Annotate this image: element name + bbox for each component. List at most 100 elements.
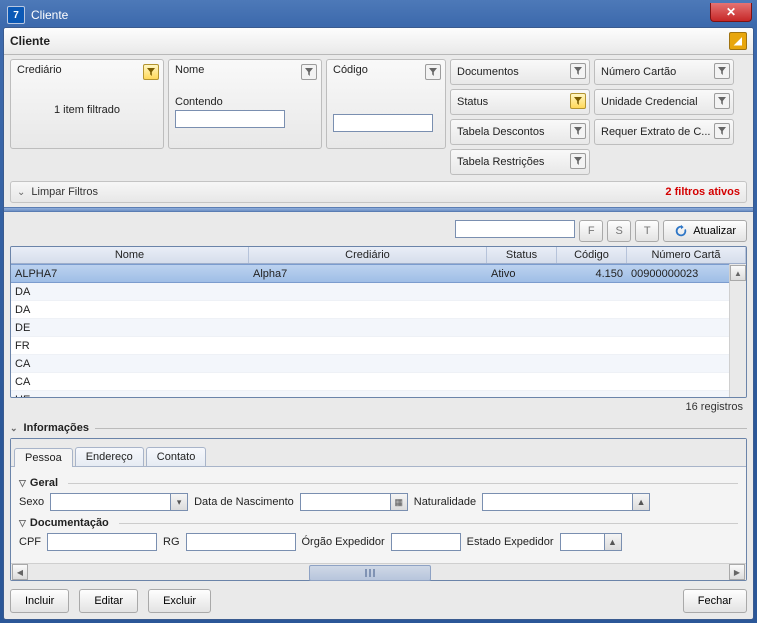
filter-label: Status [457, 96, 488, 108]
table-row[interactable]: CA [11, 355, 729, 373]
filter-icon[interactable] [425, 64, 441, 80]
table-row[interactable]: DA [11, 283, 729, 301]
table-row[interactable]: DA [11, 301, 729, 319]
table-row[interactable]: HE [11, 391, 729, 398]
table-cell: Ativo [487, 268, 557, 280]
filter-active-icon[interactable] [570, 93, 586, 109]
filter-label: Requer Extrato de C... [601, 126, 710, 138]
filter-active-icon[interactable] [143, 64, 159, 80]
tab-pessoa[interactable]: Pessoa [14, 448, 73, 467]
col-nome[interactable]: Nome [11, 247, 249, 263]
s-button[interactable]: S [607, 220, 631, 242]
editar-button[interactable]: Editar [79, 589, 138, 613]
group-doc-title: Documentação [30, 517, 109, 529]
search-input[interactable] [455, 220, 575, 238]
collapse-icon[interactable]: ◢ [729, 32, 747, 50]
scroll-left-icon[interactable]: ◀ [12, 564, 28, 580]
filter-codigo-input[interactable] [333, 114, 433, 132]
section-divider [4, 207, 753, 212]
orgao-label: Órgão Expedidor [302, 536, 385, 548]
collapse-icon[interactable]: ▽ [19, 518, 26, 529]
chevron-down-icon: ⌄ [17, 187, 25, 198]
filter-documentos[interactable]: Documentos [450, 59, 590, 85]
close-icon: ✕ [726, 5, 736, 19]
scroll-right-icon[interactable]: ▶ [729, 564, 745, 580]
vertical-scrollbar[interactable]: ▲ [729, 264, 746, 398]
filter-crediario-label: Crediário [17, 64, 157, 76]
lookup-icon[interactable]: ▲ [604, 533, 622, 551]
nat-label: Naturalidade [414, 496, 476, 508]
table-cell: DA [11, 304, 249, 316]
clear-filters-button[interactable]: ⌄ Limpar Filtros [17, 186, 98, 198]
lookup-icon[interactable]: ▲ [632, 493, 650, 511]
filter-icon[interactable] [570, 153, 586, 169]
col-crediario[interactable]: Crediário [249, 247, 487, 263]
dropdown-icon[interactable]: ▾ [170, 493, 188, 511]
sexo-input[interactable] [50, 493, 170, 511]
collapse-icon[interactable]: ▽ [19, 478, 26, 489]
filter-icon[interactable] [301, 64, 317, 80]
t-button[interactable]: T [635, 220, 659, 242]
incluir-button[interactable]: Incluir [10, 589, 69, 613]
rg-label: RG [163, 536, 180, 548]
sexo-combo[interactable]: ▾ [50, 493, 188, 511]
col-codigo[interactable]: Código [557, 247, 627, 263]
estado-input[interactable] [560, 533, 604, 551]
filter-status[interactable]: Status [450, 89, 590, 115]
nat-input[interactable] [482, 493, 632, 511]
table-row[interactable]: FR [11, 337, 729, 355]
filter-icon[interactable] [714, 93, 730, 109]
record-count: 16 registros [10, 398, 747, 416]
scroll-up-icon[interactable]: ▲ [730, 265, 746, 281]
table-cell: DA [11, 286, 249, 298]
scroll-thumb[interactable] [309, 565, 431, 581]
nat-combo[interactable]: ▲ [482, 493, 650, 511]
estado-combo[interactable]: ▲ [560, 533, 622, 551]
calendar-icon[interactable]: ▦ [390, 493, 408, 511]
filter-nome-label: Nome [175, 64, 315, 76]
filter-unidade-credencial[interactable]: Unidade Credencial [594, 89, 734, 115]
filter-crediario[interactable]: Crediário 1 item filtrado [10, 59, 164, 149]
results-table: Nome Crediário Status Código Número Cart… [10, 246, 747, 398]
rg-input[interactable] [186, 533, 296, 551]
table-row[interactable]: ALPHA7Alpha7Ativo4.15000900000023 [11, 264, 729, 283]
fechar-button[interactable]: Fechar [683, 589, 747, 613]
group-geral-title: Geral [30, 477, 58, 489]
filter-nome-input[interactable] [175, 110, 285, 128]
table-cell: DE [11, 322, 249, 334]
sexo-label: Sexo [19, 496, 44, 508]
filter-requer-extrato-de-c-[interactable]: Requer Extrato de C... [594, 119, 734, 145]
filter-icon[interactable] [714, 63, 730, 79]
cpf-label: CPF [19, 536, 41, 548]
nasc-input[interactable] [300, 493, 390, 511]
info-panel: Pessoa Endereço Contato ▽ Geral Sexo ▾ [10, 438, 747, 581]
filter-n-mero-cart-o[interactable]: Número Cartão [594, 59, 734, 85]
filter-crediario-summary: 1 item filtrado [17, 104, 157, 116]
filter-icon[interactable] [570, 63, 586, 79]
tab-contato[interactable]: Contato [146, 447, 207, 466]
filter-label: Tabela Descontos [457, 126, 544, 138]
col-status[interactable]: Status [487, 247, 557, 263]
col-cartao[interactable]: Número Cartã [627, 247, 746, 263]
filter-codigo-label: Código [333, 64, 439, 76]
excluir-button[interactable]: Excluir [148, 589, 211, 613]
filter-label: Tabela Restrições [457, 156, 544, 168]
filter-icon[interactable] [570, 123, 586, 139]
filter-codigo: Código [326, 59, 446, 149]
table-cell: ALPHA7 [11, 268, 249, 280]
filter-tabela-restri-es[interactable]: Tabela Restrições [450, 149, 590, 175]
tab-endereco[interactable]: Endereço [75, 447, 144, 466]
window-close-button[interactable]: ✕ [710, 3, 752, 22]
cpf-input[interactable] [47, 533, 157, 551]
table-row[interactable]: CA [11, 373, 729, 391]
info-horizontal-scrollbar[interactable]: ◀ ▶ [11, 563, 746, 580]
nasc-date[interactable]: ▦ [300, 493, 408, 511]
orgao-input[interactable] [391, 533, 461, 551]
f-button[interactable]: F [579, 220, 603, 242]
table-row[interactable]: DE [11, 319, 729, 337]
refresh-button[interactable]: Atualizar [663, 220, 747, 242]
filter-icon[interactable] [714, 123, 730, 139]
refresh-label: Atualizar [693, 225, 736, 237]
info-section-title: Informações [24, 422, 89, 434]
filter-tabela-descontos[interactable]: Tabela Descontos [450, 119, 590, 145]
